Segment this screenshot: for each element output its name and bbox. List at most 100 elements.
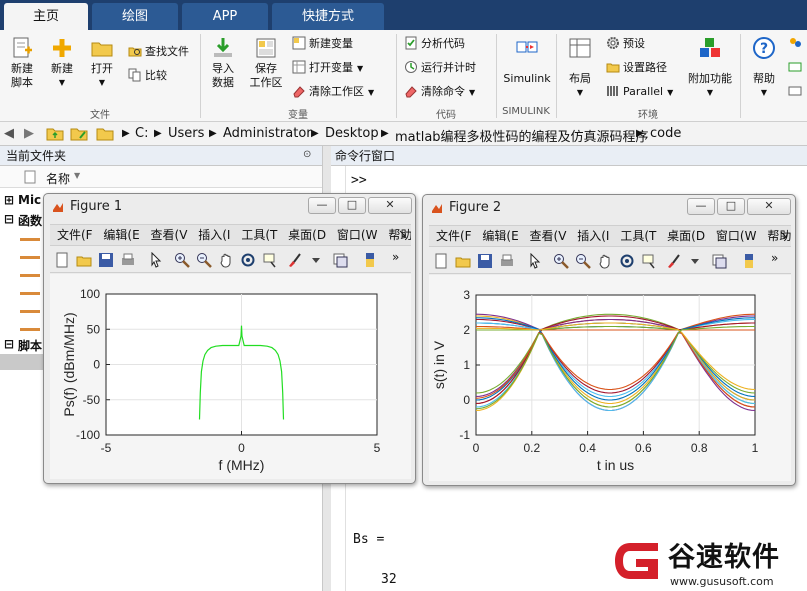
zoom-in-icon[interactable] — [174, 252, 190, 268]
figure-2-chart[interactable]: 0 0.2 0.4 0.6 0.8 1-10123t in uss(t) in V — [429, 275, 791, 481]
dropdown-icon[interactable] — [308, 252, 324, 268]
run-and-time-button[interactable]: 运行并计时 — [404, 60, 476, 76]
maximize-button[interactable]: □ — [338, 197, 366, 214]
menu-tools[interactable]: 工具(T — [620, 229, 656, 243]
simulink-button[interactable]: Simulink — [500, 36, 554, 86]
find-files-button[interactable]: 查找文件 — [128, 44, 189, 60]
breadcrumb-segment[interactable]: Administrator — [223, 126, 312, 141]
menu-tools[interactable]: 工具(T — [241, 228, 277, 242]
pointer-icon[interactable] — [527, 253, 543, 269]
up-folder-icon[interactable] — [46, 125, 64, 141]
import-data-button[interactable]: 导入 数据 — [204, 36, 242, 90]
tree-item[interactable]: Mic — [18, 193, 41, 207]
print-icon[interactable] — [120, 252, 136, 268]
open-variable-button[interactable]: 打开变量 ▼ — [292, 60, 363, 77]
menu-view[interactable]: 查看(V — [151, 228, 188, 242]
pointer-icon[interactable] — [148, 252, 164, 268]
tab-apps[interactable]: APP — [182, 3, 268, 30]
collapse-icon[interactable]: ⊟ — [4, 337, 14, 351]
data-cursor-icon[interactable] — [262, 252, 278, 268]
toolbar-overflow-icon[interactable]: » — [392, 250, 399, 264]
open-button[interactable]: 打开 ▼ — [84, 36, 120, 90]
breadcrumb-segment[interactable]: Desktop — [325, 126, 379, 141]
link-icon[interactable] — [332, 252, 348, 268]
zoom-out-icon[interactable] — [575, 253, 591, 269]
analyze-code-button[interactable]: 分析代码 — [404, 36, 465, 52]
breadcrumb-segment[interactable]: code — [650, 126, 681, 141]
menu-edit[interactable]: 编辑(E — [103, 228, 139, 242]
data-cursor-icon[interactable] — [641, 253, 657, 269]
new-figure-icon[interactable] — [54, 252, 70, 268]
community-button[interactable] — [788, 36, 805, 52]
menu-desktop[interactable]: 桌面(D — [667, 229, 705, 243]
link-icon[interactable] — [711, 253, 727, 269]
menu-overflow-icon[interactable]: ↘ — [779, 228, 788, 241]
figure-2-window[interactable]: Figure 2 — □ ✕ 文件(F 编辑(E 查看(V 插入(I 工具(T … — [422, 194, 796, 486]
colorbar-icon[interactable] — [362, 252, 378, 268]
rotate-icon[interactable] — [619, 253, 635, 269]
addons-button[interactable]: 附加功能 ▼ — [684, 36, 736, 100]
menu-window[interactable]: 窗口(W — [716, 229, 757, 243]
learn-matlab-button[interactable] — [788, 84, 805, 100]
pan-icon[interactable] — [597, 253, 613, 269]
tree-item[interactable]: 函数 — [18, 212, 42, 229]
menu-desktop[interactable]: 桌面(D — [288, 228, 326, 242]
clear-workspace-button[interactable]: 清除工作区 ▼ — [292, 84, 374, 101]
dropdown-icon[interactable] — [687, 253, 703, 269]
tree-item[interactable]: 脚本 — [18, 337, 42, 354]
menu-overflow-icon[interactable]: ↘ — [398, 227, 407, 240]
menu-edit[interactable]: 编辑(E — [482, 229, 518, 243]
zoom-in-icon[interactable] — [553, 253, 569, 269]
close-button[interactable]: ✕ — [747, 198, 791, 215]
zoom-out-icon[interactable] — [196, 252, 212, 268]
menu-insert[interactable]: 插入(I — [577, 229, 609, 243]
layout-button[interactable]: 布局 ▼ — [562, 36, 598, 100]
toolbar-overflow-icon[interactable]: » — [771, 251, 778, 265]
brush-icon[interactable] — [665, 253, 681, 269]
save-icon[interactable] — [477, 253, 493, 269]
clear-commands-button[interactable]: 清除命令 ▼ — [404, 84, 475, 101]
minimize-button[interactable]: — — [687, 198, 715, 215]
minimize-button[interactable]: — — [308, 197, 336, 214]
collapse-icon[interactable]: ⊟ — [4, 212, 14, 226]
selected-row[interactable] — [0, 354, 44, 370]
name-column-header[interactable]: 名称 — [46, 170, 70, 187]
menu-file[interactable]: 文件(F — [57, 228, 93, 242]
tab-plots[interactable]: 绘图 — [92, 3, 178, 30]
print-icon[interactable] — [499, 253, 515, 269]
save-icon[interactable] — [98, 252, 114, 268]
help-button[interactable]: ? 帮助 ▼ — [746, 36, 782, 100]
breadcrumb-segment[interactable]: matlab编程多极性码的编程及仿真源码程序 — [395, 126, 649, 145]
new-variable-button[interactable]: 新建变量 — [292, 36, 353, 52]
colorbar-icon[interactable] — [741, 253, 757, 269]
preferences-button[interactable]: 预设 — [606, 36, 645, 52]
pan-icon[interactable] — [218, 252, 234, 268]
pane-actions-icon[interactable]: ⊙ — [303, 149, 311, 160]
tab-shortcuts[interactable]: 快捷方式 — [272, 3, 384, 30]
menu-view[interactable]: 查看(V — [530, 229, 567, 243]
tab-home[interactable]: 主页 — [4, 3, 88, 30]
new-figure-icon[interactable] — [433, 253, 449, 269]
new-script-button[interactable]: 新建 脚本 — [4, 36, 40, 90]
parallel-button[interactable]: Parallel ▼ — [606, 84, 673, 101]
forward-arrow-icon[interactable]: ▶ — [24, 126, 34, 141]
figure-1-window[interactable]: Figure 1 — □ ✕ 文件(F 编辑(E 查看(V 插入(I 工具(T … — [43, 193, 416, 484]
maximize-button[interactable]: □ — [717, 198, 745, 215]
breadcrumb-segment[interactable]: C: — [135, 126, 148, 141]
new-button[interactable]: 新建 ▼ — [44, 36, 80, 90]
breadcrumb-segment[interactable]: Users — [168, 126, 204, 141]
open-file-icon[interactable] — [76, 252, 92, 268]
menu-file[interactable]: 文件(F — [436, 229, 472, 243]
menu-window[interactable]: 窗口(W — [337, 228, 378, 242]
open-file-icon[interactable] — [455, 253, 471, 269]
rotate-icon[interactable] — [240, 252, 256, 268]
expand-icon[interactable]: ⊞ — [4, 193, 14, 207]
browse-folder-icon[interactable] — [70, 125, 88, 141]
save-workspace-button[interactable]: 保存 工作区 — [246, 36, 286, 90]
set-path-button[interactable]: 设置路径 — [606, 60, 667, 76]
brush-icon[interactable] — [286, 252, 302, 268]
menu-insert[interactable]: 插入(I — [198, 228, 230, 242]
figure-1-chart[interactable]: -5 0 5-100-50050100f (MHz)Ps(f) (dBm/MHz) — [50, 274, 411, 479]
back-arrow-icon[interactable]: ◀ — [4, 126, 14, 141]
request-support-button[interactable] — [788, 60, 805, 76]
